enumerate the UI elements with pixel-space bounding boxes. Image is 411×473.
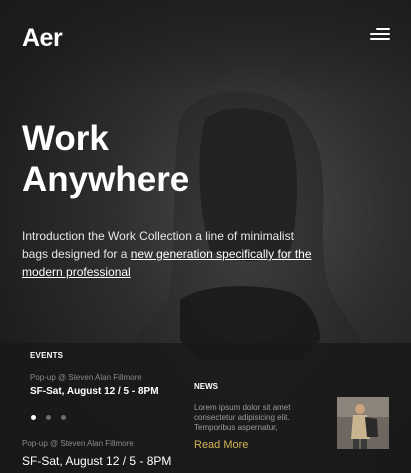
event-date[interactable]: SF-Sat, August 12 / 5 - 8PM bbox=[22, 454, 171, 468]
carousel-dot-3[interactable] bbox=[61, 415, 66, 420]
menu-line bbox=[370, 33, 390, 35]
carousel-dot-2[interactable] bbox=[46, 415, 51, 420]
hero-intro: Introduction the Work Collection a line … bbox=[22, 227, 322, 281]
news-heading: NEWS bbox=[194, 382, 218, 391]
event-subtitle: Pop-up @ Steven Alan Fillmore bbox=[30, 373, 142, 382]
event-subtitle: Pop-up @ Steven Alan Fillmore bbox=[22, 439, 134, 448]
menu-line bbox=[376, 28, 390, 30]
events-heading: EVENTS bbox=[30, 351, 64, 360]
headline-line-2: Anywhere bbox=[22, 160, 190, 199]
read-more-link[interactable]: Read More bbox=[194, 439, 248, 451]
headline-line-1: Work bbox=[22, 119, 109, 158]
carousel-dot-1[interactable] bbox=[31, 415, 36, 420]
hero-headline: Work Anywhere bbox=[22, 118, 189, 200]
person-with-backpack-image bbox=[337, 397, 389, 449]
brand-logo[interactable]: Aer bbox=[22, 24, 63, 53]
menu-icon[interactable] bbox=[368, 28, 390, 42]
menu-line bbox=[370, 38, 390, 40]
news-thumbnail[interactable] bbox=[337, 397, 389, 449]
event-date[interactable]: SF-Sat, August 12 / 5 - 8PM bbox=[30, 386, 159, 397]
news-excerpt: Lorem ipsum dolor sit amet consectetur a… bbox=[194, 403, 291, 432]
